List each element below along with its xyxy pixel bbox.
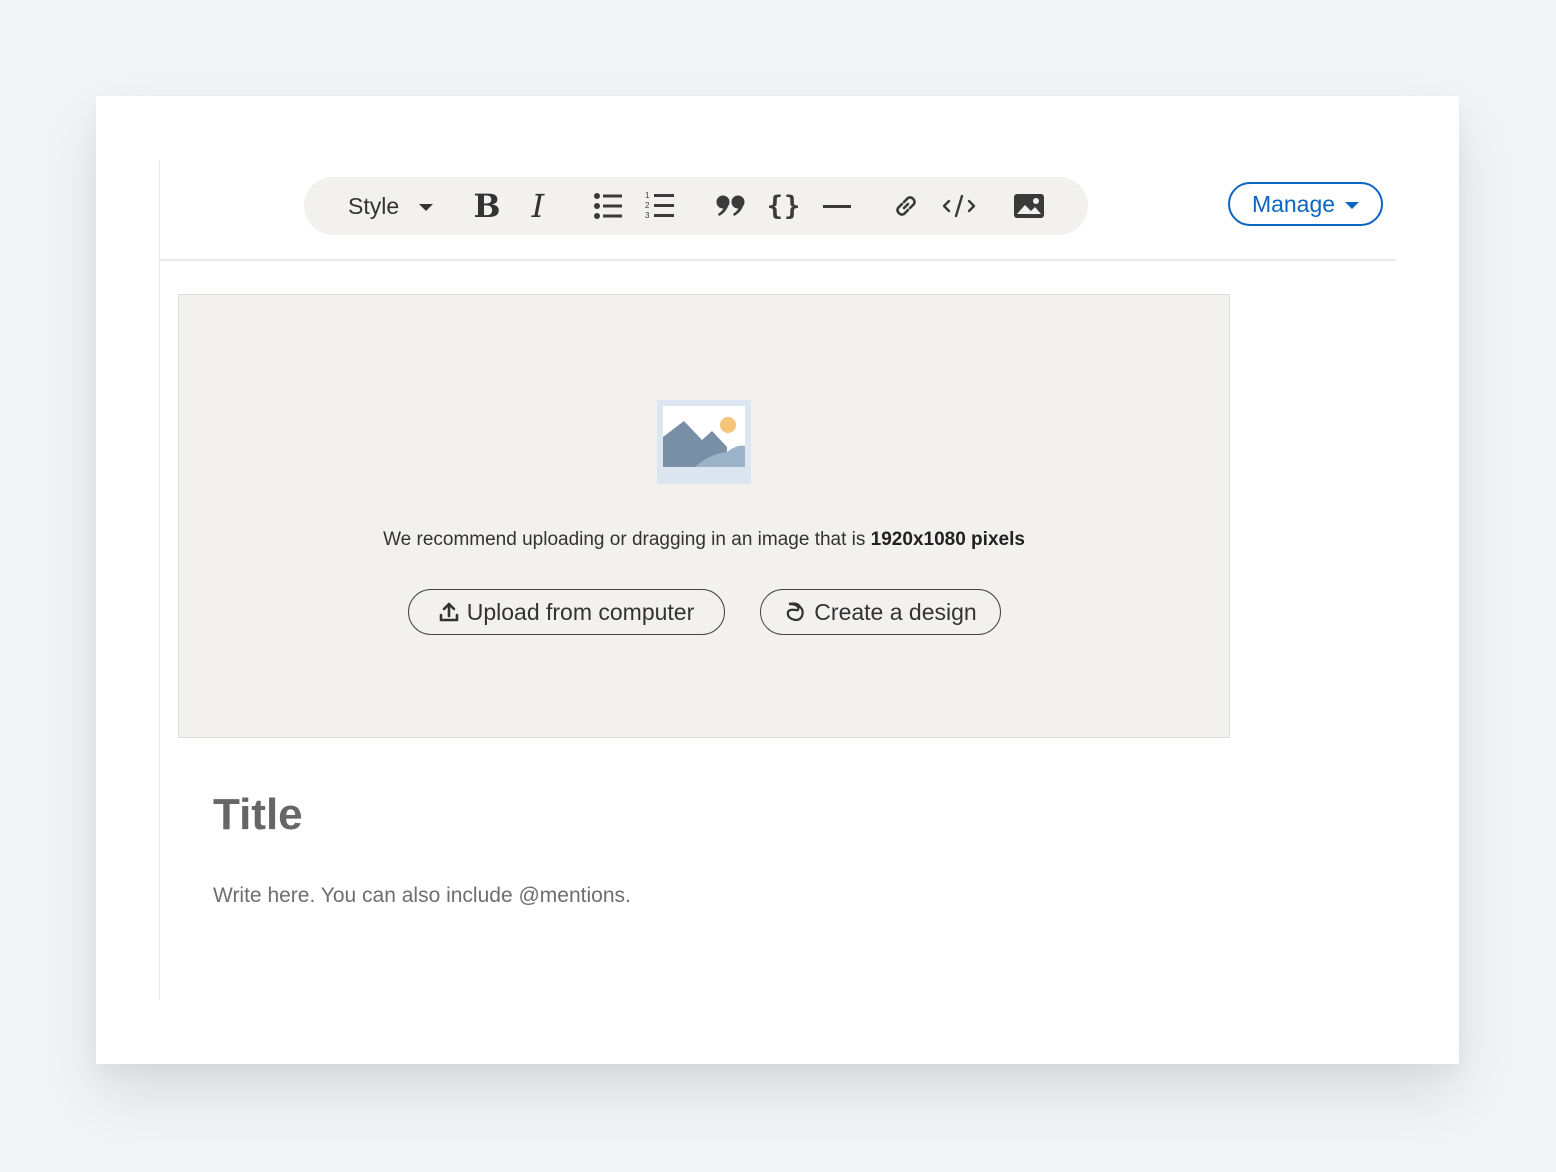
image-icon [1014, 194, 1044, 218]
title-input[interactable]: Title [213, 790, 303, 840]
numbered-list-button[interactable]: 1 2 3 [644, 177, 676, 235]
code-icon [942, 194, 976, 218]
manage-dropdown-button[interactable]: Manage [1228, 182, 1383, 226]
caret-down-icon [1345, 201, 1360, 209]
horizontal-rule-icon [823, 204, 851, 208]
svg-text:2: 2 [645, 201, 650, 210]
upload-from-computer-button[interactable]: Upload from computer [408, 589, 725, 635]
style-dropdown[interactable]: Style [348, 177, 434, 235]
upload-icon [439, 602, 459, 622]
link-icon [896, 196, 916, 216]
design-label: Create a design [814, 598, 977, 625]
caret-down-icon [419, 203, 434, 211]
italic-button[interactable]: I [524, 177, 552, 235]
quote-button[interactable] [714, 177, 748, 235]
recommend-dimensions: 1920x1080 pixels [870, 529, 1025, 550]
design-tool-icon [787, 602, 805, 622]
image-placeholder-icon [657, 400, 751, 484]
svg-text:3: 3 [645, 211, 650, 220]
insert-image-button[interactable] [1012, 177, 1046, 235]
create-a-design-button[interactable]: Create a design [760, 589, 1001, 635]
bulleted-list-icon [594, 193, 622, 219]
bold-button[interactable]: B [470, 177, 504, 235]
divider-button[interactable] [822, 177, 852, 235]
body-input[interactable]: Write here. You can also include @mentio… [213, 884, 631, 908]
embed-code-button[interactable] [940, 177, 978, 235]
bulleted-list-button[interactable] [592, 177, 624, 235]
recommend-text: We recommend uploading or dragging in an… [383, 529, 871, 550]
italic-icon: I [531, 187, 545, 225]
formatting-toolbar: Style B I 1 2 3 {} [304, 177, 1088, 235]
manage-label: Manage [1251, 190, 1336, 217]
image-recommendation-text: We recommend uploading or dragging in an… [179, 529, 1229, 551]
cover-image-dropzone[interactable]: We recommend uploading or dragging in an… [178, 294, 1230, 738]
code-block-button[interactable]: {} [766, 177, 802, 235]
style-label: Style [348, 192, 400, 219]
bold-icon: B [473, 187, 501, 225]
editor-frame: Style B I 1 2 3 {} Manage We recommend u… [159, 160, 1397, 1000]
article-editor-card: Style B I 1 2 3 {} Manage We recommend u… [96, 96, 1459, 1064]
curly-braces-icon: {} [766, 190, 802, 222]
svg-text:1: 1 [645, 191, 650, 200]
numbered-list-icon: 1 2 3 [645, 191, 674, 220]
link-button[interactable] [890, 177, 922, 235]
toolbar-row: Style B I 1 2 3 {} Manage [160, 160, 1396, 261]
quote-icon [716, 195, 745, 216]
upload-label: Upload from computer [466, 598, 695, 625]
